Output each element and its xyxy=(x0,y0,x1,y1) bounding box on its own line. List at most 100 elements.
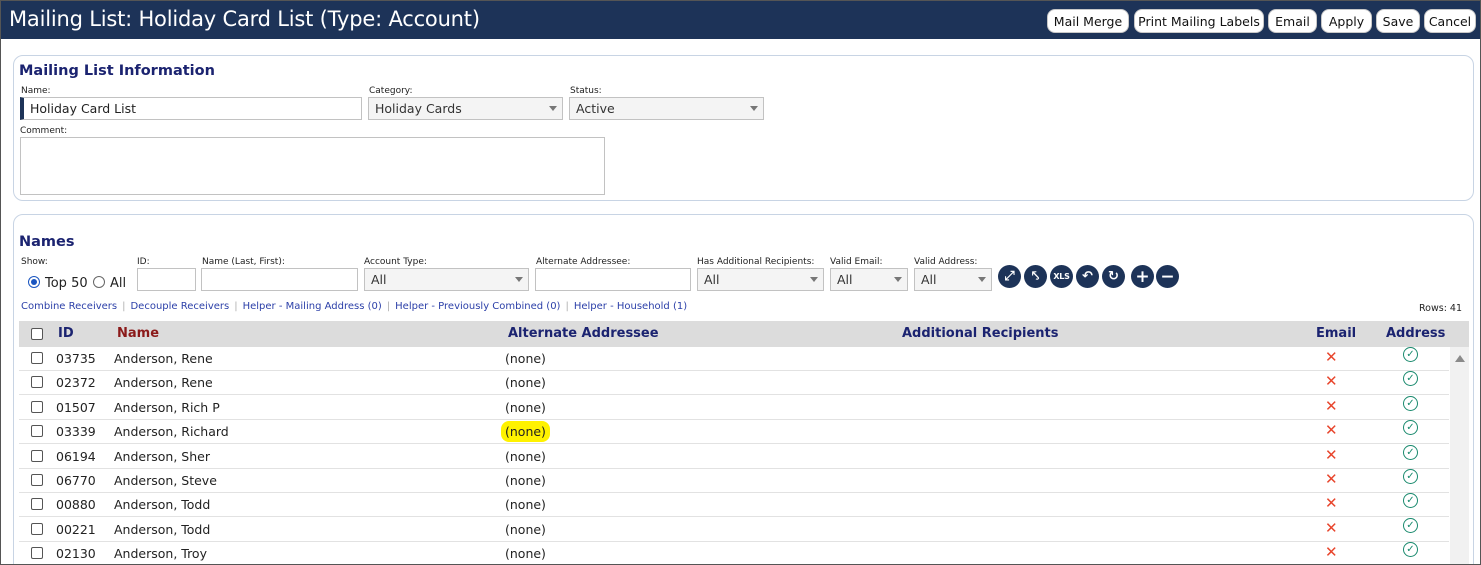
alt-addressee-input[interactable] xyxy=(535,268,691,291)
mail-merge-button[interactable]: Mail Merge xyxy=(1047,9,1129,33)
email-invalid-icon: ✕ xyxy=(1325,397,1338,415)
table-row[interactable]: 06770 Anderson, Steve (none) ✕ ✓ xyxy=(19,469,1449,493)
show-top50-radio[interactable] xyxy=(28,276,40,288)
row-checkbox[interactable] xyxy=(31,498,43,510)
row-name: Anderson, Steve xyxy=(114,473,217,488)
row-alternate-addressee: (none) xyxy=(505,473,546,488)
cancel-button[interactable]: Cancel xyxy=(1424,9,1476,33)
alternate-addressee-value: (none) xyxy=(505,497,546,512)
category-value: Holiday Cards xyxy=(375,101,462,116)
email-invalid-icon: ✕ xyxy=(1325,543,1338,561)
row-checkbox[interactable] xyxy=(31,376,43,388)
row-name: Anderson, Richard xyxy=(114,424,229,439)
name-input[interactable]: Holiday Card List xyxy=(20,97,362,120)
table-row[interactable]: 03339 Anderson, Richard (none) ✕ ✓ xyxy=(19,420,1449,444)
refresh-icon[interactable]: ↻ xyxy=(1102,265,1125,288)
row-checkbox[interactable] xyxy=(31,450,43,462)
info-section-title: Mailing List Information xyxy=(19,63,215,79)
select-all-checkbox[interactable] xyxy=(31,328,43,340)
row-checkbox[interactable] xyxy=(31,523,43,535)
collapse-icon[interactable]: ⤣ xyxy=(1024,265,1047,288)
chevron-down-icon xyxy=(810,277,818,282)
remove-icon[interactable]: − xyxy=(1156,265,1179,288)
account-type-select[interactable]: All xyxy=(364,268,529,291)
alternate-addressee-value: (none) xyxy=(505,351,546,366)
address-valid-icon: ✓ xyxy=(1403,542,1418,557)
row-checkbox[interactable] xyxy=(31,352,43,364)
alternate-addressee-value: (none) xyxy=(505,375,546,390)
valid-email-select[interactable]: All xyxy=(830,268,908,291)
category-select[interactable]: Holiday Cards xyxy=(368,97,563,120)
row-checkbox[interactable] xyxy=(31,425,43,437)
column-header-additional-recipients[interactable]: Additional Recipients xyxy=(902,326,1059,341)
row-checkbox[interactable] xyxy=(31,474,43,486)
row-id: 03735 xyxy=(56,351,96,366)
apply-button[interactable]: Apply xyxy=(1321,9,1372,33)
email-invalid-icon: ✕ xyxy=(1325,446,1338,464)
column-header-address[interactable]: Address xyxy=(1386,326,1445,341)
helper-mailing-address-link[interactable]: Helper - Mailing Address (0) xyxy=(243,301,382,312)
combine-receivers-link[interactable]: Combine Receivers xyxy=(21,301,117,312)
table-row[interactable]: 02372 Anderson, Rene (none) ✕ ✓ xyxy=(19,371,1449,395)
has-additional-label: Has Additional Recipients: xyxy=(697,257,815,267)
show-all-radio[interactable] xyxy=(93,276,105,288)
id-filter-input[interactable] xyxy=(137,268,196,291)
table-row[interactable]: 06194 Anderson, Sher (none) ✕ ✓ xyxy=(19,445,1449,469)
row-name: Anderson, Troy xyxy=(114,546,207,561)
table-scrollbar[interactable] xyxy=(1450,347,1469,564)
row-alternate-addressee: (none) xyxy=(505,351,546,366)
scroll-up-icon[interactable] xyxy=(1455,355,1465,362)
category-label: Category: xyxy=(369,86,413,96)
row-alternate-addressee: (none) xyxy=(505,400,546,415)
row-name: Anderson, Rich P xyxy=(114,400,220,415)
row-id: 02372 xyxy=(56,375,96,390)
has-additional-select[interactable]: All xyxy=(697,268,824,291)
xls-export-icon[interactable]: XLS xyxy=(1050,265,1073,288)
valid-email-value: All xyxy=(837,272,853,287)
address-valid-icon: ✓ xyxy=(1403,445,1418,460)
valid-address-select[interactable]: All xyxy=(914,268,992,291)
column-header-name[interactable]: Name xyxy=(117,326,159,341)
column-header-alternate-addressee[interactable]: Alternate Addressee xyxy=(508,326,659,341)
table-row[interactable]: 00880 Anderson, Todd (none) ✕ ✓ xyxy=(19,493,1449,517)
print-mailing-labels-button[interactable]: Print Mailing Labels xyxy=(1134,9,1264,33)
table-row[interactable]: 02130 Anderson, Troy (none) ✕ ✓ xyxy=(19,542,1449,564)
name-filter-label: Name (Last, First): xyxy=(202,257,285,267)
status-value: Active xyxy=(576,101,615,116)
address-valid-icon: ✓ xyxy=(1403,493,1418,508)
save-button[interactable]: Save xyxy=(1376,9,1420,33)
helper-previously-combined-link[interactable]: Helper - Previously Combined (0) xyxy=(395,301,560,312)
row-id: 00880 xyxy=(56,497,96,512)
row-checkbox[interactable] xyxy=(31,547,43,559)
row-checkbox[interactable] xyxy=(31,401,43,413)
status-select[interactable]: Active xyxy=(569,97,764,120)
expand-icon[interactable]: ⤢ xyxy=(998,265,1021,288)
name-input-value: Holiday Card List xyxy=(30,101,137,116)
row-name: Anderson, Todd xyxy=(114,497,211,512)
title-bar: Mailing List: Holiday Card List (Type: A… xyxy=(1,1,1480,39)
email-invalid-icon: ✕ xyxy=(1325,494,1338,512)
add-icon[interactable]: + xyxy=(1131,265,1154,288)
rows-count: Rows: 41 xyxy=(1418,303,1462,314)
table-row[interactable]: 01507 Anderson, Rich P (none) ✕ ✓ xyxy=(19,396,1449,420)
alternate-addressee-value: (none) xyxy=(505,546,546,561)
undo-icon[interactable]: ↶ xyxy=(1076,265,1099,288)
column-header-email[interactable]: Email xyxy=(1316,326,1356,341)
alternate-addressee-value: (none) xyxy=(505,400,546,415)
email-invalid-icon: ✕ xyxy=(1325,470,1338,488)
table-row[interactable]: 03735 Anderson, Rene (none) ✕ ✓ xyxy=(19,347,1449,371)
comment-textarea[interactable] xyxy=(20,137,605,195)
decouple-receivers-link[interactable]: Decouple Receivers xyxy=(130,301,229,312)
address-valid-icon: ✓ xyxy=(1403,396,1418,411)
column-header-id[interactable]: ID xyxy=(58,326,74,341)
helper-household-link[interactable]: Helper - Household (1) xyxy=(574,301,687,312)
email-invalid-icon: ✕ xyxy=(1325,348,1338,366)
comment-label: Comment: xyxy=(20,126,68,136)
app-window: Mailing List: Holiday Card List (Type: A… xyxy=(0,0,1481,565)
row-id: 02130 xyxy=(56,546,96,561)
row-id: 00221 xyxy=(56,522,96,537)
name-filter-input[interactable] xyxy=(201,268,358,291)
email-button[interactable]: Email xyxy=(1268,9,1317,33)
table-row[interactable]: 00221 Anderson, Todd (none) ✕ ✓ xyxy=(19,518,1449,542)
row-alternate-addressee: (none) xyxy=(505,497,546,512)
